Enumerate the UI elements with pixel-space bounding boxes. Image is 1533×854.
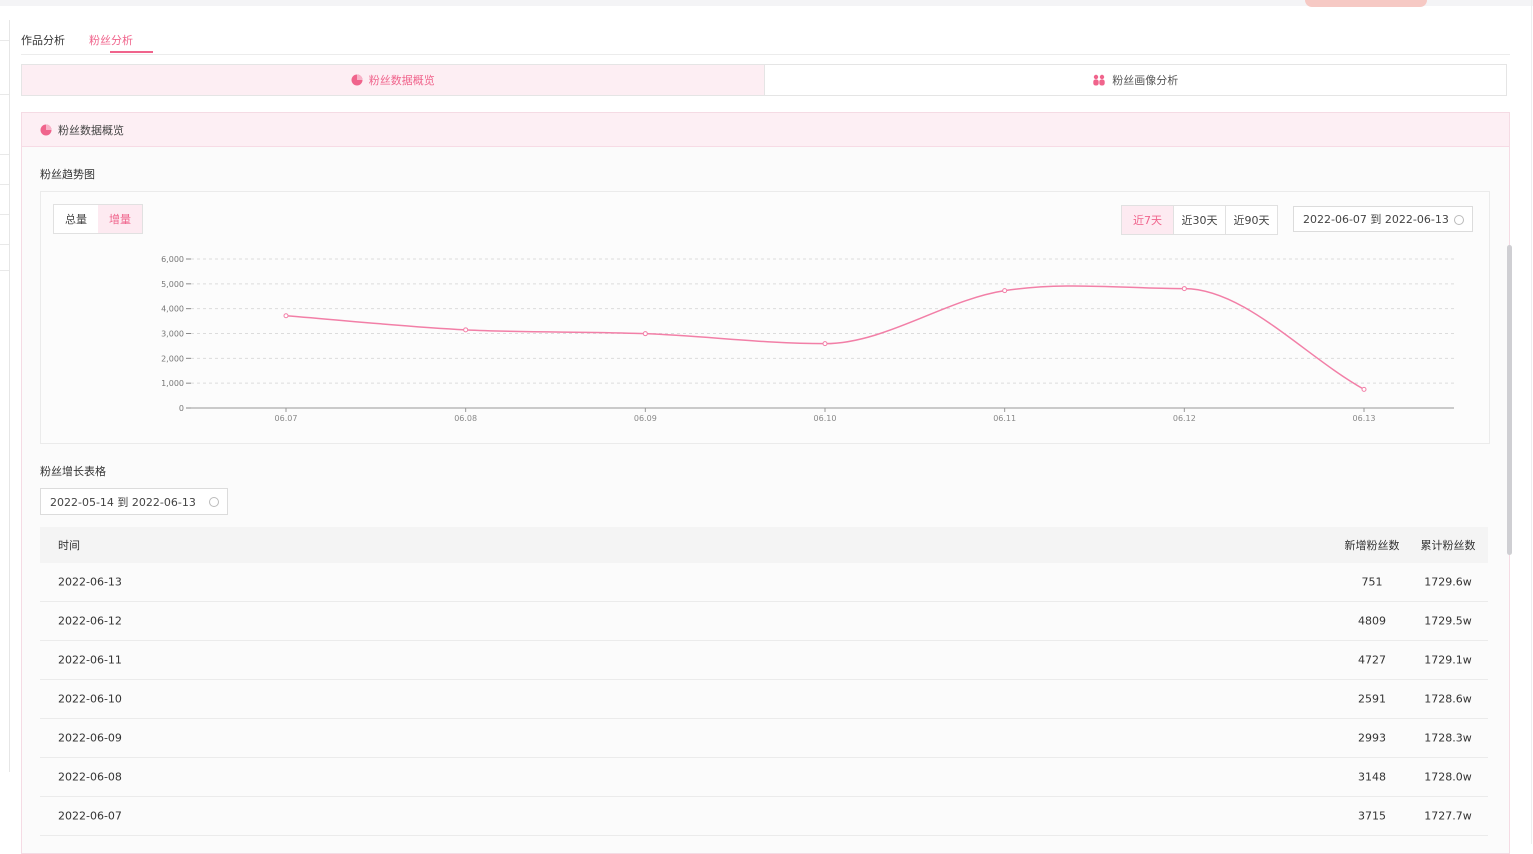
- y-tick-label: 2,000: [161, 354, 184, 363]
- y-tick-label: 0: [179, 404, 184, 413]
- pie-chart-icon: [40, 124, 52, 135]
- top-strip: [0, 0, 1533, 6]
- y-tick-label: 5,000: [161, 280, 184, 289]
- x-tick-label: 06.07: [275, 414, 298, 423]
- table-header: 时间 新增粉丝数 累计粉丝数: [40, 527, 1488, 563]
- panel-title: 粉丝数据概览: [58, 123, 124, 137]
- growth-date-range-picker[interactable]: 2022-05-14 到 2022-06-13: [40, 488, 228, 515]
- people-icon: [1093, 74, 1105, 86]
- row-date: 2022-06-12: [58, 614, 122, 628]
- row-total-fans: 1729.1w: [1424, 653, 1472, 667]
- segment-label: 粉丝画像分析: [1112, 74, 1179, 87]
- x-tick-label: 06.12: [1173, 414, 1196, 423]
- data-point: [283, 313, 289, 319]
- fans-view-switch: 粉丝数据概览 粉丝画像分析: [21, 64, 1507, 96]
- fans-trend-line-chart: 6,000 5,000 4,000 3,000 2,000 1,000 0 06.07 06.0…: [161, 255, 1454, 423]
- row-date: 2022-06-07: [58, 809, 122, 823]
- col-date-header: 时间: [58, 539, 80, 552]
- row-total-fans: 1728.6w: [1424, 692, 1472, 706]
- x-tick-label: 06.10: [814, 414, 837, 423]
- data-point: [1181, 286, 1187, 292]
- x-tick-label: 06.11: [993, 414, 1016, 423]
- data-point: [1361, 386, 1367, 392]
- x-tick-label: 06.13: [1353, 414, 1376, 423]
- row-new-fans: 4809: [1358, 614, 1386, 628]
- row-total-fans: 1728.0w: [1424, 770, 1472, 784]
- row-new-fans: 3148: [1358, 770, 1386, 784]
- row-date: 2022-06-11: [58, 653, 122, 667]
- segment-fans-overview[interactable]: 粉丝数据概览: [22, 65, 765, 95]
- page-scrollbar[interactable]: [1507, 245, 1512, 555]
- row-date: 2022-06-09: [58, 731, 122, 745]
- growth-table-title: 粉丝增长表格: [40, 465, 106, 478]
- data-point: [463, 327, 469, 333]
- col-total-fans-header: 累计粉丝数: [1420, 539, 1476, 552]
- table-row: 2022-06-07 3715 1727.7w: [40, 797, 1488, 836]
- table-row: 2022-06-09 2993 1728.3w: [40, 719, 1488, 758]
- table-row: 2022-06-12 4809 1729.5w: [40, 602, 1488, 641]
- data-point: [642, 331, 648, 337]
- analysis-tabs: 作品分析 粉丝分析: [21, 30, 1510, 55]
- data-point: [822, 341, 828, 347]
- row-date: 2022-06-13: [58, 575, 122, 589]
- row-total-fans: 1729.6w: [1424, 575, 1472, 589]
- x-tick-label: 06.08: [454, 414, 477, 423]
- table-row: 2022-06-11 4727 1729.1w: [40, 641, 1488, 680]
- row-new-fans: 2591: [1358, 692, 1386, 706]
- row-new-fans: 3715: [1358, 809, 1386, 823]
- table-row: 2022-06-13 751 1729.6w: [40, 563, 1488, 602]
- segment-fans-portrait[interactable]: 粉丝画像分析: [765, 65, 1507, 95]
- segment-label: 粉丝数据概览: [368, 74, 435, 87]
- row-total-fans: 1729.5w: [1424, 614, 1472, 628]
- fans-series-line: [285, 285, 1365, 391]
- row-total-fans: 1728.3w: [1424, 731, 1472, 745]
- header-decoration: [1305, 0, 1427, 7]
- clock-icon: [209, 497, 219, 507]
- growth-date-range: 2022-05-14 到 2022-06-13: [50, 495, 196, 509]
- pie-chart-icon: [351, 74, 363, 86]
- trend-title: 粉丝趋势图: [40, 168, 95, 181]
- tab-fans-analysis[interactable]: 粉丝分析: [89, 32, 133, 48]
- tab-works-analysis[interactable]: 作品分析: [21, 32, 65, 48]
- row-total-fans: 1727.7w: [1424, 809, 1472, 823]
- row-date: 2022-06-10: [58, 692, 122, 706]
- y-tick-label: 3,000: [161, 330, 184, 339]
- y-tick-label: 1,000: [161, 379, 184, 388]
- tab-active-indicator: [110, 51, 153, 53]
- y-tick-label: 6,000: [161, 255, 184, 264]
- x-tick-label: 06.09: [634, 414, 657, 423]
- data-point: [1002, 288, 1008, 294]
- row-new-fans: 2993: [1358, 731, 1386, 745]
- trend-chart-card: 总量 增量 近7天 近30天 近90天 2022-06-07 到 2022-06…: [40, 191, 1490, 444]
- row-new-fans: 4727: [1358, 653, 1386, 667]
- row-new-fans: 751: [1361, 575, 1383, 589]
- y-tick-label: 4,000: [161, 305, 184, 314]
- col-new-fans-header: 新增粉丝数: [1344, 539, 1400, 552]
- panel-header: 粉丝数据概览: [22, 113, 1509, 147]
- row-date: 2022-06-08: [58, 770, 122, 784]
- fans-growth-table: 时间 新增粉丝数 累计粉丝数 2022-06-13 751 1729.6w 20…: [40, 527, 1488, 836]
- right-edge: [1531, 0, 1532, 844]
- left-rail: [0, 20, 10, 772]
- table-row: 2022-06-08 3148 1728.0w: [40, 758, 1488, 797]
- table-row: 2022-06-10 2591 1728.6w: [40, 680, 1488, 719]
